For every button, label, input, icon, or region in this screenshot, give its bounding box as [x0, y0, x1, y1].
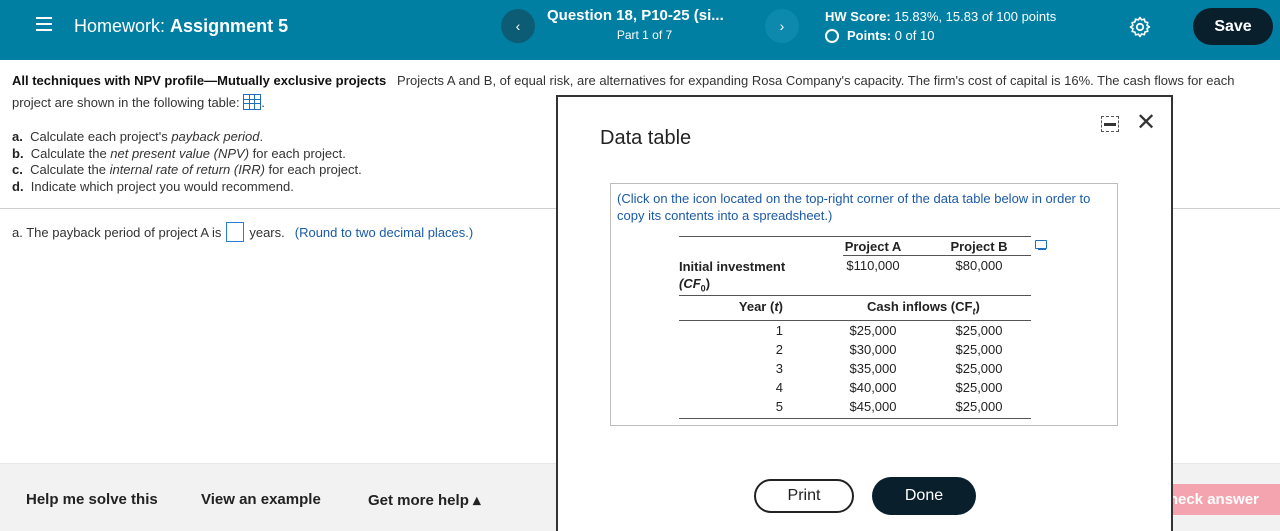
answer-unit: years. [249, 224, 285, 240]
points-value: 0 of 10 [894, 28, 935, 43]
hw-score: HW Score: 15.83%, 15.83 of 100 points [825, 9, 1056, 24]
table-cell-project-b: $25,000 [955, 342, 1003, 357]
table-cell-year: 4 [775, 380, 783, 395]
question-part-item: d. Indicate which project you would reco… [12, 178, 294, 194]
menu-icon[interactable] [36, 17, 52, 31]
homework-title: Homework: Assignment 5 [74, 16, 288, 37]
payback-answer-input[interactable] [226, 222, 245, 242]
initial-investment-a: $110,000 [846, 258, 900, 273]
table-cell-year: 3 [775, 361, 783, 376]
table-cell-project-a: $40,000 [849, 380, 897, 395]
year-header: Year (t) [738, 299, 783, 314]
table-cell-project-b: $25,000 [955, 361, 1003, 376]
col-header-project-b: Project B [950, 239, 1008, 254]
copy-instructions: (Click on the icon located on the top-ri… [617, 191, 1091, 223]
table-cell-year: 1 [775, 323, 783, 338]
initial-investment-b: $80,000 [955, 258, 1003, 273]
initial-investment-label: Initial investment (CF0) [679, 259, 786, 294]
help-me-solve-link[interactable]: Help me solve this [26, 491, 158, 508]
table-cell-project-a: $35,000 [849, 361, 897, 376]
table-cell-project-a: $25,000 [849, 323, 897, 338]
view-example-link[interactable]: View an example [201, 491, 321, 508]
table-cell-project-b: $25,000 [955, 323, 1003, 338]
data-table-panel: (Click on the icon located on the top-ri… [610, 183, 1118, 426]
homework-prefix: Homework: [74, 16, 166, 36]
question-title: Question 18, P10-25 (si... [547, 7, 724, 24]
data-table-modal: Data table ✕ (Click on the icon located … [556, 95, 1173, 531]
table-cell-year: 5 [775, 399, 783, 414]
answer-prompt: a. The payback period of project A is [12, 224, 222, 240]
question-part-item: a. Calculate each project's payback peri… [12, 129, 264, 144]
hw-score-label: HW Score: [825, 9, 891, 24]
table-cell-project-b: $25,000 [955, 380, 1003, 395]
copy-to-spreadsheet-icon[interactable] [1035, 240, 1047, 250]
check-answer-button[interactable]: Check answer [1166, 484, 1280, 515]
minimize-icon[interactable] [1101, 116, 1119, 132]
done-button[interactable]: Done [872, 477, 976, 515]
points: Points: 0 of 10 [825, 28, 934, 43]
next-question-button[interactable]: › [765, 9, 799, 43]
question-parts: a. Calculate each project's payback peri… [12, 129, 362, 195]
table-cell-project-a: $45,000 [849, 399, 897, 414]
previous-question-button[interactable]: ‹ [501, 9, 535, 43]
question-part-item: c. Calculate the internal rate of return… [12, 162, 362, 177]
answer-hint: (Round to two decimal places.) [294, 224, 474, 240]
save-button[interactable]: Save [1193, 8, 1273, 45]
gear-icon[interactable] [1128, 15, 1152, 39]
table-cell-project-a: $30,000 [849, 342, 897, 357]
homework-name: Assignment 5 [170, 16, 289, 36]
print-button[interactable]: Print [754, 479, 854, 513]
cash-inflows-header: Cash inflows (CFt) [867, 299, 980, 317]
get-more-help-link[interactable]: Get more help ▴ [368, 491, 481, 509]
col-header-project-a: Project A [844, 239, 902, 254]
table-cell-project-b: $25,000 [955, 399, 1003, 414]
modal-title: Data table [600, 127, 692, 149]
check-answer-label: Check answer [1166, 491, 1259, 508]
chevron-left-icon: ‹ [515, 18, 521, 34]
data-table-icon[interactable] [243, 94, 262, 110]
chevron-right-icon: › [779, 18, 785, 34]
close-icon[interactable]: ✕ [1136, 111, 1156, 135]
top-bar: Homework: Assignment 5 ‹ Question 18, P1… [0, 0, 1280, 60]
points-label: Points: [847, 28, 892, 43]
hw-score-value: 15.83%, 15.83 of 100 points [894, 9, 1057, 24]
question-heading: All techniques with NPV profile—Mutually… [12, 73, 387, 88]
question-part: Part 1 of 7 [616, 28, 673, 42]
answer-row: a. The payback period of project A is ye… [12, 222, 473, 242]
points-circle-icon [825, 28, 839, 43]
table-cell-year: 2 [775, 342, 783, 357]
question-part-item: b. Calculate the net present value (NPV)… [12, 145, 346, 161]
